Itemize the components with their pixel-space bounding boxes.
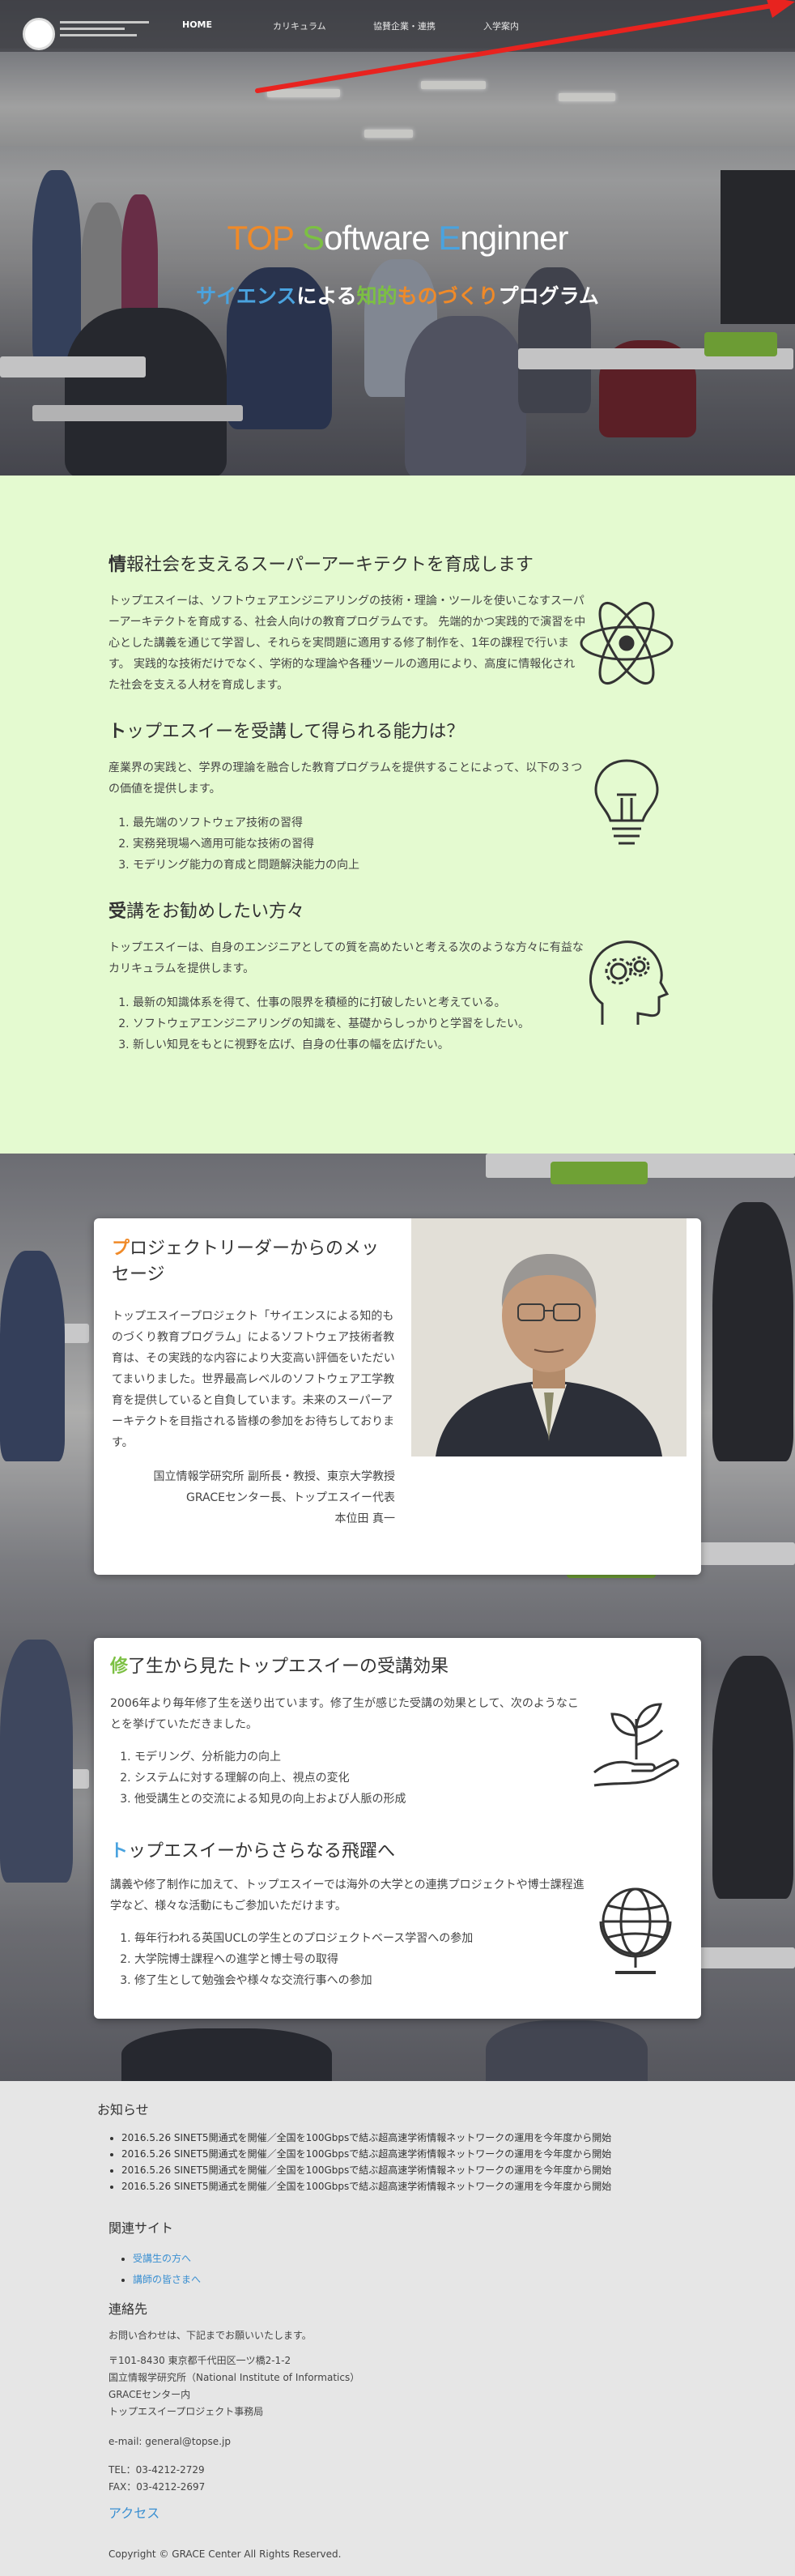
section-heading: 受講をお勧めしたい方々 [108,902,305,922]
list-item: 最新の知識体系を得て、仕事の限界を積極的に打破したいと考えている。 [133,992,586,1013]
leap-block: トップエスイーからさらなる飛躍へ 講義や修了制作に加えて、トップエスイーでは海外… [110,1839,588,1991]
list-item: 大学院博士課程への進学と博士号の取得 [134,1949,588,1970]
news-item[interactable]: 2016.5.26 SINET5開通式を開催／全国を100Gbpsで結ぶ超高速学… [121,2146,712,2162]
intro-section: 情報社会を支えるスーパーアーキテクトを育成します トップエスイーは、ソフトウェア… [0,476,795,1154]
abilities-list: 最先端のソフトウェア技術の習得 実務発現場へ適用可能な技術の習得 モデリング能力… [133,812,586,876]
message-section: プロジェクトリーダーからのメッセージ トップエスイープロジェクト「サイエンスによ… [0,1154,795,2081]
contact-phone: TEL：03-4212-2729 FAX：03-4212-2697 [108,2464,206,2493]
effects-body: 2006年より毎年修了生を送り出ています。修了生が感じた受講の効果として、次のよ… [110,1697,579,1731]
section-body: トップエスイーは、ソフトウェアエンジニアリングの技術・理論・ツールを使いこなすス… [108,595,586,692]
list-item: ソフトウェアエンジニアリングの知識を、基礎からしっかりと学習をしたい。 [133,1013,586,1034]
message-body: トップエスイープロジェクト「サイエンスによる知的ものづくり教育プログラム」による… [112,1310,395,1449]
contact-email[interactable]: e-mail: general@topse.jp [108,2433,513,2450]
globe-icon [591,1877,680,1982]
list-item: システムに対する理解の向上、視点の変化 [134,1768,588,1789]
list-item: 他受講生との交流による知見の向上および人脈の形成 [134,1789,588,1810]
contact-address: 〒101-8430 東京都千代田区一ツ橋2-1-2 国立情報学研究所（Natio… [108,2355,360,2417]
section-body: トップエスイーは、自身のエンジニアとしての質を高めたいと考える次のような方々に有… [108,941,584,975]
leap-list: 毎年行われる英国UCLの学生とのプロジェクトベース学習への参加 大学院博士課程へ… [134,1928,588,1991]
message-signature: 国立情報学研究所 副所長・教授、東京大学教授 GRACEセンター長、トップエスイ… [153,1470,395,1525]
related-item: 講師の皆さまへ [133,2269,513,2290]
leader-portrait [411,1218,687,1456]
list-item: モデリング、分析能力の向上 [134,1746,588,1768]
related-heading: 関連サイト [108,2220,174,2236]
news-item[interactable]: 2016.5.26 SINET5開通式を開催／全国を100Gbpsで結ぶ超高速学… [121,2130,712,2146]
link-instructors[interactable]: 講師の皆さまへ [133,2274,201,2285]
leap-body: 講義や修了制作に加えて、トップエスイーでは海外の大学との連携プロジェクトや博士課… [110,1879,585,1913]
hero-title: TOP Software Enginner [227,219,568,257]
head-gears-icon [578,929,675,1034]
copyright: Copyright © GRACE Center All Rights Rese… [108,2548,342,2560]
effects-list: モデリング、分析能力の向上 システムに対する理解の向上、視点の変化 他受講生との… [134,1746,588,1810]
news-item[interactable]: 2016.5.26 SINET5開通式を開催／全国を100Gbpsで結ぶ超高速学… [121,2178,712,2194]
hero-subtitle: サイエンスによる知的ものづくりプログラム [196,284,599,308]
intro-block-target: 受講をお勧めしたい方々 トップエスイーは、自身のエンジニアとしての質を高めたいと… [108,897,675,1056]
leap-heading: トップエスイーからさらなる飛躍へ [110,1841,396,1862]
lightbulb-icon [578,749,675,855]
access-link[interactable]: アクセス [108,2502,513,2522]
news-list: 2016.5.26 SINET5開通式を開催／全国を100Gbpsで結ぶ超高速学… [121,2130,712,2194]
effects-card: 修了生から見たトップエスイーの受講効果 2006年より毎年修了生を送り出ています… [94,1638,701,2019]
section-heading: 情報社会を支えるスーパーアーキテクトを育成します [108,555,534,575]
link-students[interactable]: 受講生の方へ [133,2253,191,2264]
contact-heading: 連絡先 [108,2301,148,2317]
contact-section: 連絡先 お問い合わせは、下記までお願いいたします。 〒101-8430 東京都千… [108,2298,513,2563]
section-heading: トップエスイーを受講して得られる能力は？ [108,722,465,742]
annotation-arrow-icon [255,0,795,93]
intro-block-abilities: トップエスイーを受講して得られる能力は？ 産業界の実践と、学界の理論を融合した教… [108,717,675,876]
intro-block-mission: 情報社会を支えるスーパーアーキテクトを育成します トップエスイーは、ソフトウェア… [108,550,675,696]
section-body: 産業界の実践と、学界の理論を融合した教育プログラムを提供することによって、以下の… [108,761,583,795]
effects-block: 修了生から見たトップエスイーの受講効果 2006年より毎年修了生を送り出ています… [110,1654,588,1810]
news-item[interactable]: 2016.5.26 SINET5開通式を開催／全国を100Gbpsで結ぶ超高速学… [121,2162,712,2178]
news-heading: お知らせ [97,2102,149,2118]
message-content: プロジェクトリーダーからのメッセージ トップエスイープロジェクト「サイエンスによ… [112,1236,395,1529]
list-item: 修了生として勉強会や様々な交流行事への参加 [134,1970,588,1991]
list-item: 最先端のソフトウェア技術の習得 [133,812,586,834]
list-item: 新しい知見をもとに視野を広げ、自身の仕事の幅を広げたい。 [133,1034,586,1056]
message-card: プロジェクトリーダーからのメッセージ トップエスイープロジェクト「サイエンスによ… [94,1218,701,1575]
list-item: モデリング能力の育成と問題解決能力の向上 [133,855,586,876]
related-list: 受講生の方へ 講師の皆さまへ [133,2248,513,2290]
site-logo[interactable] [23,18,55,50]
related-item: 受講生の方へ [133,2248,513,2269]
news-section: お知らせ 2016.5.26 SINET5開通式を開催／全国を100Gbpsで結… [97,2099,712,2194]
effects-heading: 修了生から見たトップエスイーの受講効果 [110,1657,449,1677]
related-sites: 関連サイト 受講生の方へ 講師の皆さまへ [108,2217,513,2290]
list-item: 毎年行われる英国UCLの学生とのプロジェクトベース学習への参加 [134,1928,588,1949]
site-logo-text [60,21,149,45]
target-list: 最新の知識体系を得て、仕事の限界を積極的に打破したいと考えている。 ソフトウェア… [133,992,586,1056]
hero-section: HOME カリキュラム 協賛企業・連携 入学案内 TOP Software En… [0,0,795,476]
message-heading: プロジェクトリーダーからのメッセージ [112,1239,380,1285]
list-item: 実務発現場へ適用可能な技術の習得 [133,834,586,855]
contact-intro: お問い合わせは、下記までお願いいたします。 [108,2330,312,2341]
footer: お知らせ 2016.5.26 SINET5開通式を開催／全国を100Gbpsで結… [0,2081,795,2576]
atom-icon [578,591,675,696]
plant-hand-icon [589,1695,683,1792]
